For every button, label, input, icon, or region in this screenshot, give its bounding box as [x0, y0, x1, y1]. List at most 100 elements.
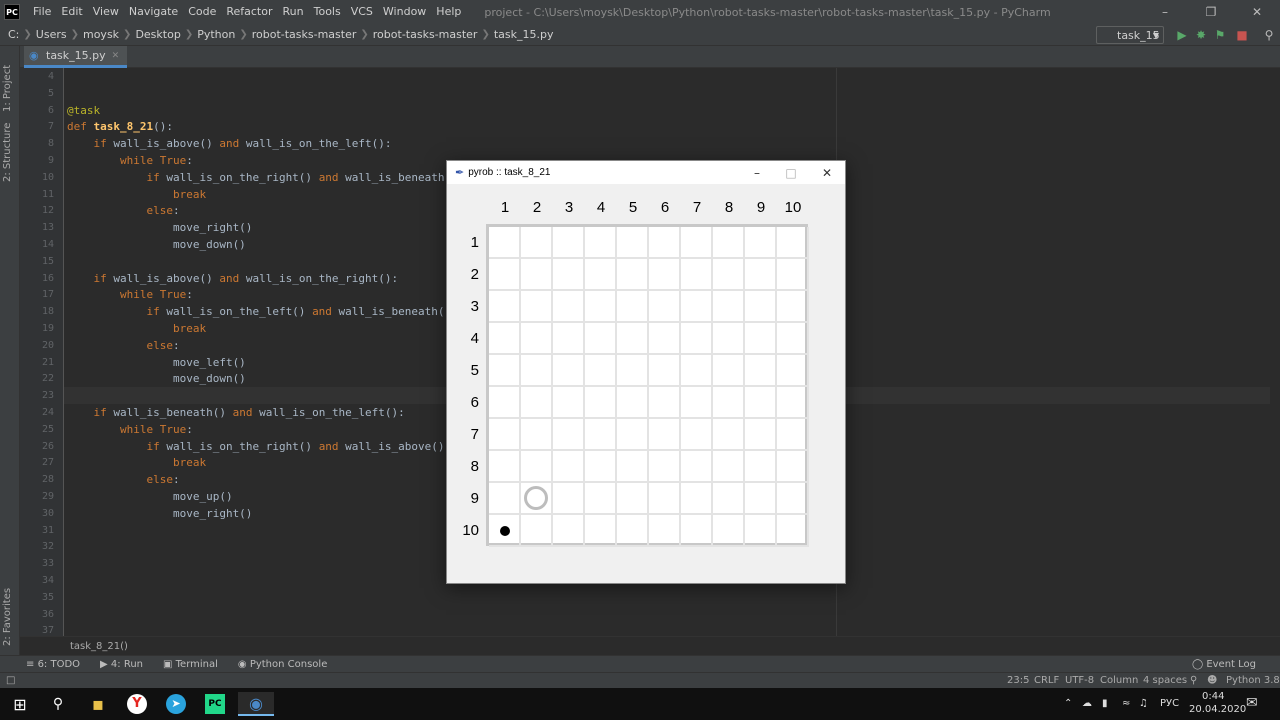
minimize-icon[interactable]: –	[1142, 0, 1188, 24]
menu-item-tools[interactable]: Tools	[309, 0, 346, 24]
line-separator[interactable]: CRLF	[1034, 675, 1059, 686]
maximize-icon[interactable]: ❐	[1188, 0, 1234, 24]
clock-date[interactable]: 20.04.2020	[1189, 704, 1246, 715]
code-line[interactable]: break	[67, 454, 206, 471]
editor-scrollbar[interactable]	[1270, 68, 1280, 636]
breadcrumb-item[interactable]: Python	[193, 28, 239, 41]
breadcrumb-item[interactable]: task_15.py	[490, 28, 558, 41]
chevron-up-icon[interactable]: ⌃	[1064, 698, 1072, 709]
breadcrumb-item[interactable]: Users	[32, 28, 71, 41]
tool-window-button[interactable]: ≡ 6: TODO	[16, 659, 90, 670]
menu-item-help[interactable]: Help	[431, 0, 466, 24]
code-line[interactable]: break	[67, 320, 206, 337]
menu-item-vcs[interactable]: VCS	[346, 0, 378, 24]
line-number: 20	[41, 339, 54, 351]
grid-cell	[681, 259, 713, 291]
grid-cell	[585, 419, 617, 451]
function-breadcrumb[interactable]: task_8_21()	[20, 636, 1280, 655]
menu-item-run[interactable]: Run	[278, 0, 309, 24]
battery-icon[interactable]: ▮	[1102, 698, 1108, 709]
menu-item-view[interactable]: View	[88, 0, 124, 24]
code-line[interactable]: else:	[67, 471, 179, 488]
notification-icon[interactable]: ✉	[1246, 695, 1258, 711]
code-line[interactable]: break	[67, 186, 206, 203]
breadcrumb-item[interactable]: Desktop	[131, 28, 184, 41]
panel-toggle-icon[interactable]: □	[6, 675, 15, 686]
pycharm-taskbar-icon[interactable]: PC	[197, 692, 233, 716]
code-line[interactable]: move_down()	[67, 236, 246, 253]
code-line[interactable]: @task	[67, 102, 100, 119]
breadcrumb-item[interactable]: robot-tasks-master	[369, 28, 482, 41]
wifi-icon[interactable]: ≈	[1122, 698, 1130, 709]
grid-cell	[745, 419, 777, 451]
code-line[interactable]: move_up()	[67, 488, 233, 505]
search-icon[interactable]: ⚲	[40, 692, 76, 716]
clock-time[interactable]: 0:44	[1202, 691, 1224, 702]
code-line[interactable]: else:	[67, 202, 179, 219]
run-config-select[interactable]: task_15 ▼	[1096, 26, 1164, 44]
inspector-icon[interactable]: ☻	[1207, 675, 1217, 686]
event-log-button[interactable]: ◯ Event Log	[1182, 659, 1266, 670]
search-icon[interactable]: ⚲	[1261, 27, 1277, 43]
code-line[interactable]: if wall_is_above() and wall_is_on_the_ri…	[67, 270, 399, 287]
code-line[interactable]: else:	[67, 337, 179, 354]
code-line[interactable]: if wall_is_beneath() and wall_is_on_the_…	[67, 404, 405, 421]
left-tool-strip: 1: Project 2: Structure 2: Favorites	[0, 46, 20, 656]
tool-window-button[interactable]: ▣ Terminal	[153, 659, 228, 670]
code-line[interactable]: if wall_is_on_the_right() and wall_is_be…	[67, 169, 464, 186]
tool-window-button[interactable]: ◉ Python Console	[228, 659, 337, 670]
code-line[interactable]: move_right()	[67, 219, 252, 236]
language-indicator[interactable]: РУС	[1160, 698, 1179, 709]
menu-item-navigate[interactable]: Navigate	[124, 0, 183, 24]
coverage-icon[interactable]: ⚑	[1212, 27, 1228, 43]
caret-position[interactable]: 23:5	[1007, 675, 1029, 686]
favorites-tool-tab[interactable]: 2: Favorites	[2, 588, 13, 646]
tool-window-button[interactable]: ▶ 4: Run	[90, 659, 153, 670]
windows-start-icon[interactable]: ⊞	[2, 692, 38, 716]
grid-cell	[649, 355, 681, 387]
debug-icon[interactable]: ✸	[1193, 27, 1209, 43]
indent-setting[interactable]: 4 spaces	[1143, 675, 1187, 686]
code-line[interactable]: while True:	[67, 152, 193, 169]
telegram-icon[interactable]: ➤	[158, 692, 194, 716]
onedrive-icon[interactable]: ☁	[1082, 698, 1092, 709]
close-icon[interactable]: ✕	[112, 51, 120, 61]
volume-icon[interactable]: ♫	[1139, 698, 1148, 709]
code-line[interactable]: move_right()	[67, 505, 252, 522]
structure-tool-tab[interactable]: 2: Structure	[2, 123, 13, 182]
terminal-icon: ▣	[163, 658, 176, 670]
code-line[interactable]: if wall_is_on_the_right() and wall_is_ab…	[67, 438, 451, 455]
file-encoding[interactable]: UTF-8	[1065, 675, 1094, 686]
maximize-icon[interactable]: □	[773, 161, 809, 184]
close-icon[interactable]: ✕	[809, 161, 845, 184]
menu-item-refactor[interactable]: Refactor	[221, 0, 277, 24]
grid-cell	[489, 419, 521, 451]
python-interpreter[interactable]: Python 3.8	[1226, 675, 1280, 686]
menu-item-file[interactable]: File	[28, 0, 56, 24]
close-icon[interactable]: ✕	[1234, 0, 1280, 24]
code-line[interactable]: move_down()	[67, 370, 246, 387]
file-explorer-icon[interactable]: ▪	[80, 692, 116, 716]
menu-item-window[interactable]: Window	[378, 0, 431, 24]
tool-window-label: 4: Run	[110, 658, 143, 670]
breadcrumb-item[interactable]: moysk	[79, 28, 123, 41]
project-tool-tab[interactable]: 1: Project	[2, 65, 13, 112]
breadcrumb-drive[interactable]: C:	[0, 28, 23, 41]
python-taskbar-icon[interactable]: ◉	[238, 692, 274, 716]
code-line[interactable]: move_left()	[67, 354, 246, 371]
minimize-icon[interactable]: –	[739, 161, 775, 184]
breadcrumb-item[interactable]: robot-tasks-master	[248, 28, 361, 41]
code-line[interactable]: if wall_is_above() and wall_is_on_the_le…	[67, 135, 392, 152]
menu-item-edit[interactable]: Edit	[56, 0, 87, 24]
stop-icon[interactable]: ■	[1234, 27, 1250, 43]
yandex-browser-icon[interactable]: Y	[119, 692, 155, 716]
selection-mode[interactable]: Column	[1100, 675, 1138, 686]
run-icon[interactable]: ▶	[1174, 27, 1190, 43]
grid-cell	[585, 355, 617, 387]
code-line[interactable]: while True:	[67, 286, 193, 303]
tab-task-15[interactable]: ◉ task_15.py ✕	[24, 46, 128, 68]
code-line[interactable]: if wall_is_on_the_left() and wall_is_ben…	[67, 303, 457, 320]
code-line[interactable]: while True:	[67, 421, 193, 438]
code-line[interactable]: def task_8_21():	[67, 118, 173, 135]
menu-item-code[interactable]: Code	[183, 0, 221, 24]
